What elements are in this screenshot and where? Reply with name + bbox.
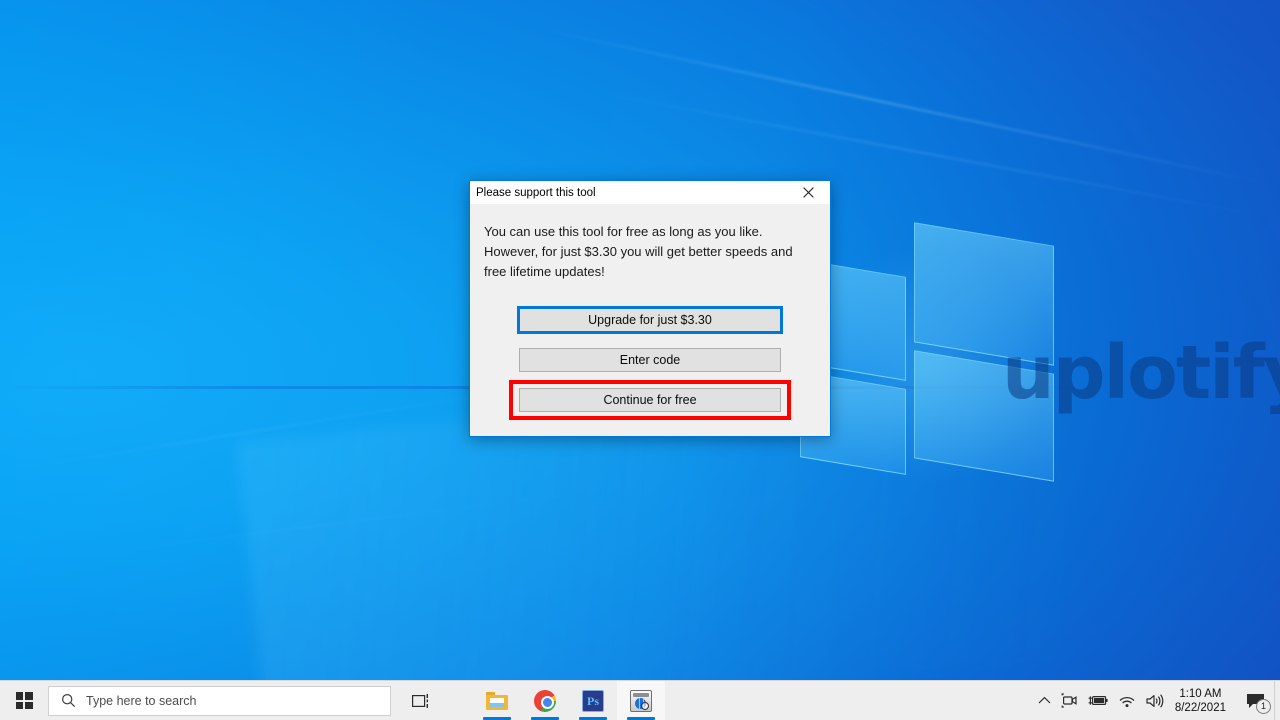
enter-code-button-wrap: Enter code: [519, 348, 781, 372]
dialog-body: You can use this tool for free as long a…: [470, 204, 830, 436]
clock-time: 1:10 AM: [1179, 687, 1222, 700]
desktop[interactable]: uplotify Please support this tool You ca…: [0, 0, 1280, 720]
continue-free-button-wrap: Continue for free: [509, 380, 791, 420]
dialog-titlebar[interactable]: Please support this tool: [470, 181, 830, 204]
action-center-button[interactable]: 1: [1236, 681, 1274, 720]
taskbar-app-google-chrome[interactable]: [521, 681, 569, 720]
taskbar-app-adobe-photoshop[interactable]: Ps: [569, 681, 617, 720]
photoshop-badge: Ps: [587, 693, 599, 708]
task-view-icon: [411, 693, 428, 708]
chrome-icon: [534, 689, 556, 712]
taskbar-app-file-explorer[interactable]: [473, 681, 521, 720]
chevron-up-icon[interactable]: [1033, 681, 1056, 720]
clock[interactable]: 1:10 AM 8/22/2021: [1169, 681, 1236, 720]
taskbar: Type here to search Ps 1:10 AM 8/22/2021…: [0, 680, 1280, 720]
notification-badge: 1: [1256, 698, 1271, 714]
disk-drive-icon: [630, 689, 652, 712]
photoshop-icon: Ps: [582, 689, 604, 712]
search-input[interactable]: Type here to search: [48, 685, 391, 716]
camera-icon[interactable]: [1056, 681, 1083, 720]
clock-date: 8/22/2021: [1174, 701, 1226, 714]
running-indicator: [531, 716, 559, 720]
windows-logo-icon: [15, 692, 33, 709]
system-tray: 1:10 AM 8/22/2021 1: [1033, 680, 1280, 720]
running-indicator: [627, 716, 655, 720]
dialog-title: Please support this tool: [476, 186, 596, 199]
show-desktop-button[interactable]: [1274, 680, 1280, 720]
close-icon[interactable]: [786, 182, 830, 204]
dialog-message: You can use this tool for free as long a…: [484, 224, 793, 279]
upgrade-button-wrap: Upgrade for just $3.30: [517, 306, 783, 334]
folder-icon: [486, 691, 508, 710]
start-button[interactable]: [0, 681, 48, 720]
search-placeholder: Type here to search: [86, 693, 197, 708]
search-icon: [61, 693, 76, 708]
battery-charging-icon[interactable]: [1083, 681, 1113, 720]
taskbar-app-disk-tool[interactable]: [617, 680, 665, 720]
upgrade-button[interactable]: Upgrade for just $3.30: [517, 306, 783, 334]
continue-for-free-button[interactable]: Continue for free: [519, 388, 781, 412]
running-indicator: [579, 716, 607, 720]
running-indicator: [483, 716, 511, 720]
dialog-button-stack: Upgrade for just $3.30 Enter code Contin…: [484, 306, 816, 420]
uplotify-watermark: uplotify: [1002, 330, 1280, 416]
volume-icon[interactable]: [1141, 681, 1169, 720]
task-view-button[interactable]: [397, 681, 445, 720]
enter-code-button[interactable]: Enter code: [519, 348, 781, 372]
support-dialog: Please support this tool You can use thi…: [469, 180, 831, 437]
wifi-icon[interactable]: [1113, 681, 1141, 720]
